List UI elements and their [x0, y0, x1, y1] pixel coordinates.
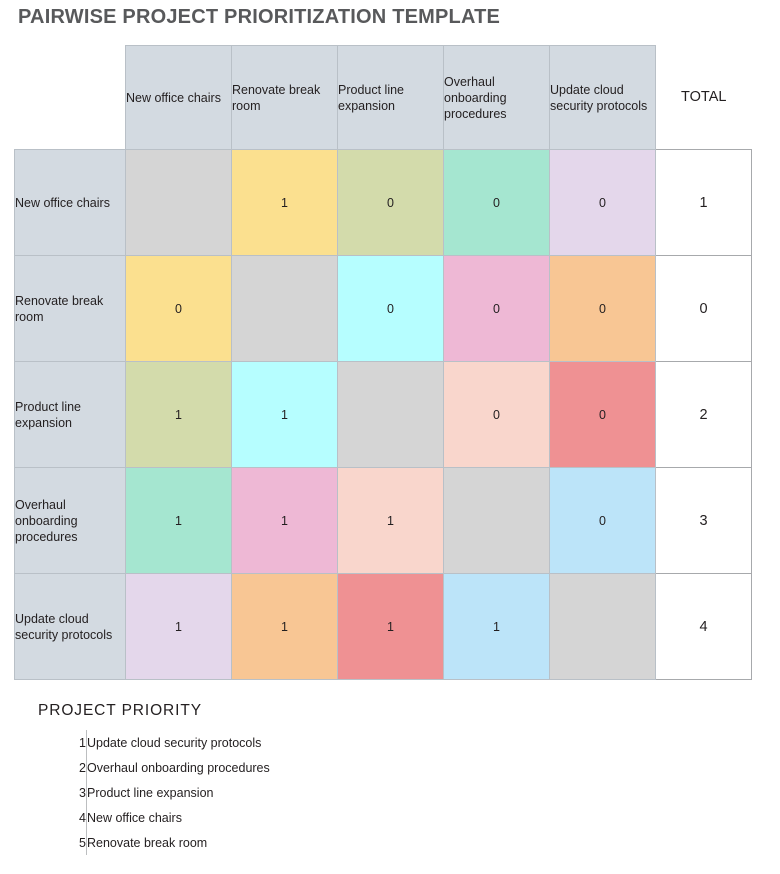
matrix-score-cell[interactable]: 0 — [549, 255, 656, 362]
matrix-row: Overhaul onboarding procedures 1 1 1 0 3 — [14, 467, 752, 574]
priority-project-name: Product line expansion — [87, 785, 214, 800]
matrix-row-label: Product line expansion — [14, 361, 126, 468]
matrix-score-cell[interactable]: 1 — [125, 361, 232, 468]
priority-project-name: New office chairs — [87, 810, 182, 825]
matrix-diagonal-cell — [549, 573, 656, 680]
matrix-score-cell[interactable]: 1 — [231, 467, 338, 574]
priority-rank: 2 — [38, 755, 87, 780]
matrix-row-label: New office chairs — [14, 149, 126, 256]
priority-project-name: Overhaul onboarding procedures — [87, 760, 270, 775]
matrix-total-cell: 1 — [655, 149, 752, 256]
project-priority-list: 1 Update cloud security protocols 2 Overhau… — [38, 730, 270, 855]
project-priority-heading: PROJECT PRIORITY — [38, 702, 202, 719]
matrix-score-cell[interactable]: 0 — [549, 361, 656, 468]
matrix-score-cell[interactable]: 0 — [337, 255, 444, 362]
matrix-row-label: Overhaul onboarding procedures — [14, 467, 126, 574]
project-priority-section: PROJECT PRIORITY 1 Update cloud security … — [38, 702, 468, 855]
matrix-score-cell[interactable]: 1 — [337, 573, 444, 680]
matrix-column-header: Renovate break room — [231, 45, 338, 150]
priority-list-item: 3 Product line expansion — [38, 780, 270, 805]
matrix-row: Update cloud security protocols 1 1 1 1 4 — [14, 573, 752, 680]
matrix-score-cell[interactable]: 0 — [549, 467, 656, 574]
matrix-row-label: Update cloud security protocols — [14, 573, 126, 680]
matrix-score-cell[interactable]: 1 — [231, 149, 338, 256]
matrix-column-header: Overhaul onboarding procedures — [443, 45, 550, 150]
matrix-row-label: Renovate break room — [14, 255, 126, 362]
matrix-diagonal-cell — [125, 149, 232, 256]
priority-rank: 1 — [38, 730, 87, 755]
priority-list-item: 1 Update cloud security protocols — [38, 730, 270, 755]
matrix-total-cell: 2 — [655, 361, 752, 468]
priority-project-name: Update cloud security protocols — [87, 735, 262, 750]
matrix-column-header: Product line expansion — [337, 45, 444, 150]
matrix-total-cell: 4 — [655, 573, 752, 680]
pairwise-matrix: New office chairs Renovate break room Prod… — [14, 45, 752, 680]
priority-rank: 5 — [38, 830, 87, 855]
matrix-header-row: New office chairs Renovate break room Prod… — [14, 45, 752, 150]
priority-rank: 3 — [38, 780, 87, 805]
matrix-score-cell[interactable]: 0 — [549, 149, 656, 256]
matrix-score-cell[interactable]: 1 — [231, 361, 338, 468]
matrix-total-cell: 3 — [655, 467, 752, 574]
matrix-row: Product line expansion 1 1 0 0 2 — [14, 361, 752, 468]
matrix-total-cell: 0 — [655, 255, 752, 362]
matrix-score-cell[interactable]: 1 — [337, 467, 444, 574]
priority-rank: 4 — [38, 805, 87, 830]
priority-list-item: 4 New office chairs — [38, 805, 270, 830]
matrix-score-cell[interactable]: 0 — [125, 255, 232, 362]
matrix-score-cell[interactable]: 1 — [125, 573, 232, 680]
matrix-corner-cell — [14, 45, 126, 150]
matrix-row: Renovate break room 0 0 0 0 0 — [14, 255, 752, 362]
matrix-score-cell[interactable]: 1 — [125, 467, 232, 574]
matrix-column-header: New office chairs — [125, 45, 232, 150]
matrix-score-cell[interactable]: 0 — [443, 149, 550, 256]
priority-list-item: 2 Overhaul onboarding procedures — [38, 755, 270, 780]
matrix-total-header: TOTAL — [655, 45, 752, 150]
matrix-score-cell[interactable]: 1 — [231, 573, 338, 680]
matrix-score-cell[interactable]: 0 — [443, 255, 550, 362]
matrix-diagonal-cell — [443, 467, 550, 574]
priority-list-item: 5 Renovate break room — [38, 830, 270, 855]
matrix-score-cell[interactable]: 0 — [337, 149, 444, 256]
priority-project-name: Renovate break room — [87, 835, 208, 850]
matrix-score-cell[interactable]: 1 — [443, 573, 550, 680]
matrix-diagonal-cell — [337, 361, 444, 468]
matrix-column-header: Update cloud security protocols — [549, 45, 656, 150]
matrix-score-cell[interactable]: 0 — [443, 361, 550, 468]
matrix-row: New office chairs 1 0 0 0 1 — [14, 149, 752, 256]
matrix-diagonal-cell — [231, 255, 338, 362]
page-title: PAIRWISE PROJECT PRIORITIZATION TEMPLATE — [18, 6, 501, 28]
